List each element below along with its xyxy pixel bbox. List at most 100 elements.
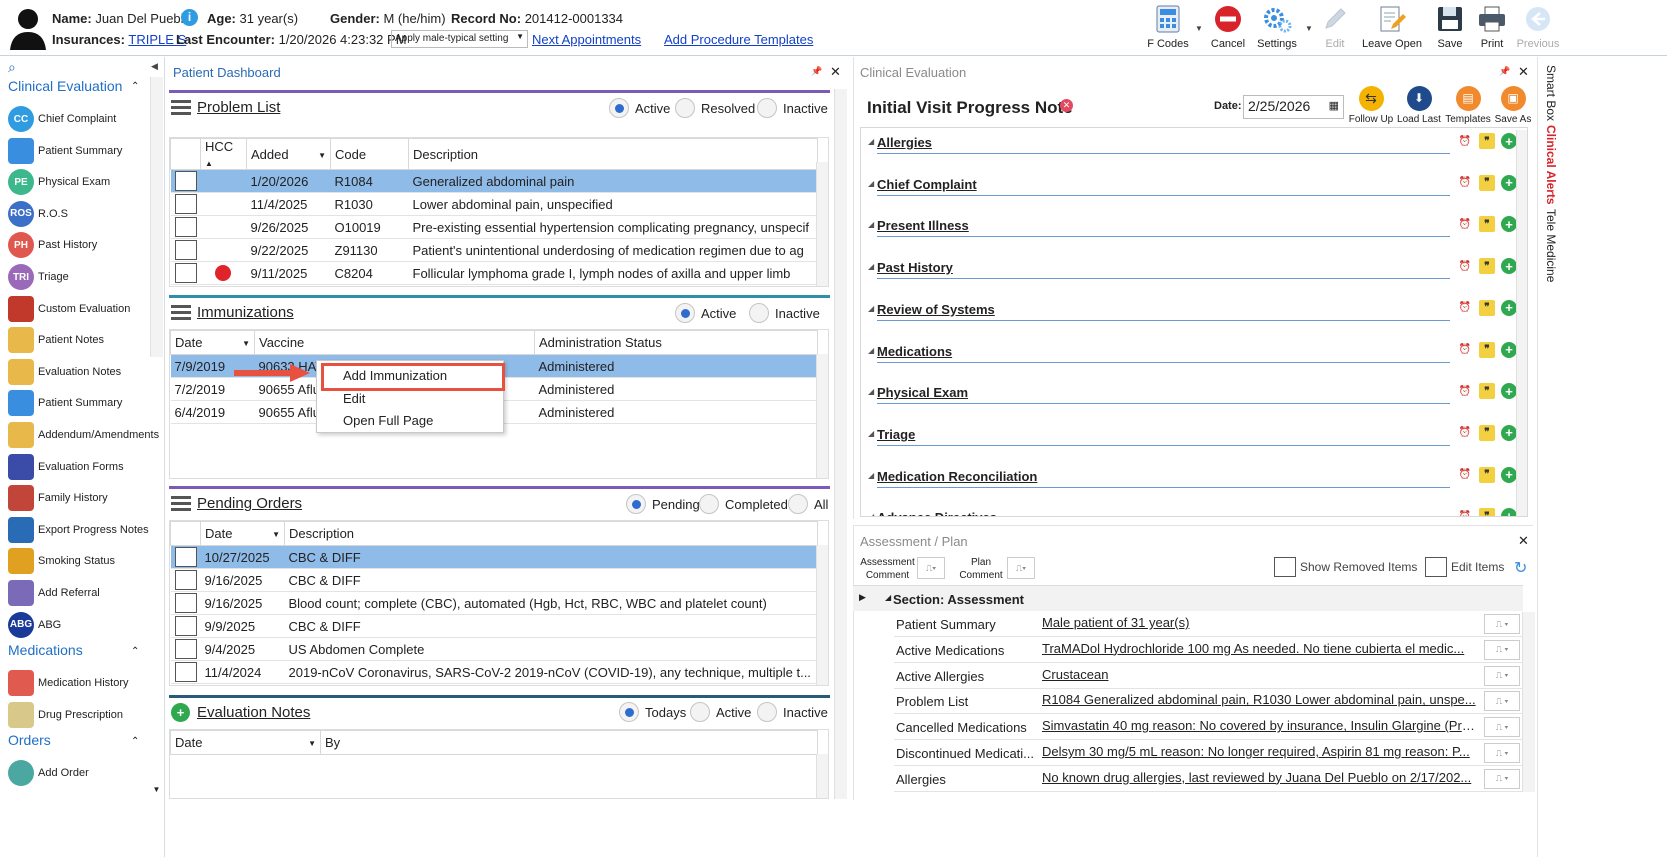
- templates-button[interactable]: ▤ Templates: [1443, 86, 1493, 125]
- table-row[interactable]: 10/27/2025 CBC & DIFF: [170, 545, 818, 569]
- collapse-arrow-icon[interactable]: ◢: [868, 387, 874, 396]
- nav-item[interactable]: Drug Prescription: [8, 700, 123, 730]
- quote-icon[interactable]: ❞: [1479, 508, 1495, 516]
- assessment-row-value[interactable]: Simvastatin 40 mg reason: No covered by …: [1042, 718, 1479, 733]
- po-filter-completed[interactable]: Completed: [699, 494, 788, 514]
- edit-items-checkbox[interactable]: Edit Items: [1425, 557, 1504, 577]
- nav-item[interactable]: Patient Summary: [8, 388, 122, 418]
- row-select-cell[interactable]: [170, 192, 201, 216]
- add-circle-icon[interactable]: +: [1501, 216, 1517, 233]
- col-hcc[interactable]: HCC ▲: [200, 138, 247, 170]
- checkbox-icon[interactable]: [174, 547, 197, 567]
- assessment-comment-button[interactable]: ⎍▾: [917, 557, 945, 579]
- add-circle-icon[interactable]: +: [1501, 133, 1517, 149]
- add-procedure-templates-link[interactable]: Add Procedure Templates: [664, 32, 813, 47]
- nav-item[interactable]: PH Past History: [8, 230, 97, 260]
- table-row[interactable]: 9/9/2025 CBC & DIFF: [170, 614, 818, 638]
- clinical-section-row[interactable]: ◢ Medication Reconciliation ⏰ ❞ +: [867, 463, 1517, 499]
- row-select-cell[interactable]: [170, 545, 201, 569]
- format-dropdown-button[interactable]: ⎍ ▾: [1484, 639, 1520, 660]
- dashboard-scrollbar[interactable]: [834, 89, 847, 799]
- en-filter-inactive[interactable]: Inactive: [757, 702, 828, 722]
- clinical-section-label[interactable]: Medication Reconciliation: [877, 469, 1037, 484]
- checkbox-icon[interactable]: [174, 240, 197, 260]
- assessment-row-value[interactable]: No known drug allergies, last reviewed b…: [1042, 770, 1479, 785]
- nav-item[interactable]: Add Referral: [8, 578, 100, 608]
- format-dropdown-button[interactable]: ⎍ ▾: [1484, 691, 1520, 712]
- checkbox-icon[interactable]: [174, 570, 197, 590]
- quote-icon[interactable]: ❞: [1479, 341, 1495, 358]
- collapse-arrow-icon[interactable]: ◢: [868, 429, 874, 438]
- add-circle-icon[interactable]: +: [1501, 299, 1517, 316]
- clinical-section-row[interactable]: ◢ Medications ⏰ ❞ +: [867, 338, 1517, 374]
- nav-item[interactable]: Smoking Status: [8, 546, 115, 576]
- nav-item[interactable]: PE Physical Exam: [8, 167, 110, 197]
- nav-section-medications[interactable]: Medications: [8, 642, 83, 658]
- row-select-cell[interactable]: [170, 261, 201, 285]
- assessment-row-value[interactable]: R1084 Generalized abdominal pain, R1030 …: [1042, 692, 1479, 707]
- info-icon[interactable]: i: [181, 9, 198, 26]
- format-dropdown-button[interactable]: ⎍ ▾: [1484, 614, 1520, 634]
- collapse-arrow-icon[interactable]: ◢: [868, 471, 874, 480]
- clinical-section-row[interactable]: ◢Advance Directives ⏰ ❞ +: [867, 504, 1517, 516]
- menu-icon[interactable]: [171, 305, 191, 321]
- nav-scroll-down[interactable]: ▼: [150, 785, 163, 798]
- filter-inactive[interactable]: Inactive: [757, 98, 828, 118]
- nav-item[interactable]: Patient Notes: [8, 325, 104, 355]
- pin-icon[interactable]: 📌: [1499, 66, 1510, 77]
- fcodes-button[interactable]: F Codes: [1138, 4, 1198, 50]
- search-icon[interactable]: ⌕: [8, 59, 16, 76]
- previous-button[interactable]: Previous: [1508, 4, 1568, 50]
- collapse-clinical-icon[interactable]: ⌃: [131, 81, 139, 92]
- col-date[interactable]: Date ▼: [170, 330, 255, 355]
- col-date[interactable]: Date ▼: [200, 521, 285, 546]
- nav-item[interactable]: TRI Triage: [8, 262, 69, 292]
- show-removed-checkbox[interactable]: Show Removed Items: [1274, 557, 1417, 577]
- nav-scrollbar[interactable]: [150, 77, 163, 357]
- checkbox-icon[interactable]: [174, 616, 197, 636]
- table-row[interactable]: 9/4/2025 US Abdomen Complete: [170, 637, 818, 661]
- alarm-clock-icon[interactable]: ⏰: [1457, 133, 1473, 149]
- table-row[interactable]: 9/16/2025 Blood count; complete (CBC), au…: [170, 591, 818, 615]
- collapse-medications-icon[interactable]: ⌃: [131, 646, 139, 657]
- collapse-arrow-icon[interactable]: ◢: [868, 512, 874, 516]
- imm-filter-active[interactable]: Active: [675, 303, 736, 323]
- col-code[interactable]: Code: [330, 138, 409, 170]
- row-select-cell[interactable]: [170, 660, 201, 684]
- alarm-clock-icon[interactable]: ⏰: [1457, 508, 1473, 516]
- collapse-arrow-icon[interactable]: ◢: [868, 262, 874, 271]
- menu-item-edit[interactable]: Edit: [343, 391, 365, 406]
- alarm-clock-icon[interactable]: ⏰: [1457, 467, 1473, 483]
- collapse-arrow-icon[interactable]: ◢: [868, 220, 874, 229]
- nav-item[interactable]: ABG ABG: [8, 610, 61, 640]
- nav-section-clinical[interactable]: Clinical Evaluation: [8, 78, 122, 94]
- clinical-section-row[interactable]: ◢ Review of Systems ⏰ ❞ +: [867, 296, 1517, 332]
- clinical-section-label[interactable]: Allergies: [877, 135, 932, 150]
- nav-item[interactable]: Custom Evaluation: [8, 294, 130, 324]
- add-circle-icon[interactable]: +: [1501, 508, 1517, 516]
- tab-smart-box[interactable]: Smart Box: [1544, 65, 1558, 121]
- table-row[interactable]: 9/11/2025 C8204 Follicular lymphoma grade …: [170, 261, 818, 285]
- assessment-row-value[interactable]: Crustacean: [1042, 667, 1479, 682]
- col-description[interactable]: Description: [284, 521, 818, 546]
- clinical-section-label[interactable]: Triage: [877, 427, 915, 442]
- filter-resolved[interactable]: Resolved: [675, 98, 755, 118]
- clinical-section-row[interactable]: ◢ Chief Complaint ⏰ ❞ +: [867, 171, 1517, 207]
- assessment-row-value[interactable]: TraMADol Hydrochloride 100 mg As needed.…: [1042, 641, 1479, 656]
- checkbox-icon[interactable]: [174, 171, 197, 191]
- checkbox-icon[interactable]: [174, 217, 197, 237]
- clinical-section-label[interactable]: Past History: [877, 260, 953, 275]
- collapse-section-icon[interactable]: ◢: [885, 593, 891, 602]
- nav-item[interactable]: Export Progress Notes: [8, 515, 149, 545]
- clinical-scrollbar[interactable]: [1516, 130, 1527, 516]
- format-dropdown-button[interactable]: ⎍ ▾: [1484, 717, 1520, 738]
- filter-active[interactable]: Active: [609, 98, 670, 118]
- nav-item[interactable]: ROS R.O.S: [8, 199, 68, 229]
- format-dropdown-button[interactable]: ⎍ ▾: [1484, 743, 1520, 763]
- save-as-button[interactable]: ▣ Save As: [1489, 86, 1537, 125]
- col-added[interactable]: Added ▼: [246, 138, 331, 170]
- quote-icon[interactable]: ❞: [1479, 383, 1495, 400]
- format-dropdown-button[interactable]: ⎍ ▾: [1484, 665, 1520, 686]
- table-row[interactable]: 9/26/2025 O10019 Pre-existing essential hy…: [170, 215, 818, 239]
- col-by[interactable]: By: [320, 730, 818, 755]
